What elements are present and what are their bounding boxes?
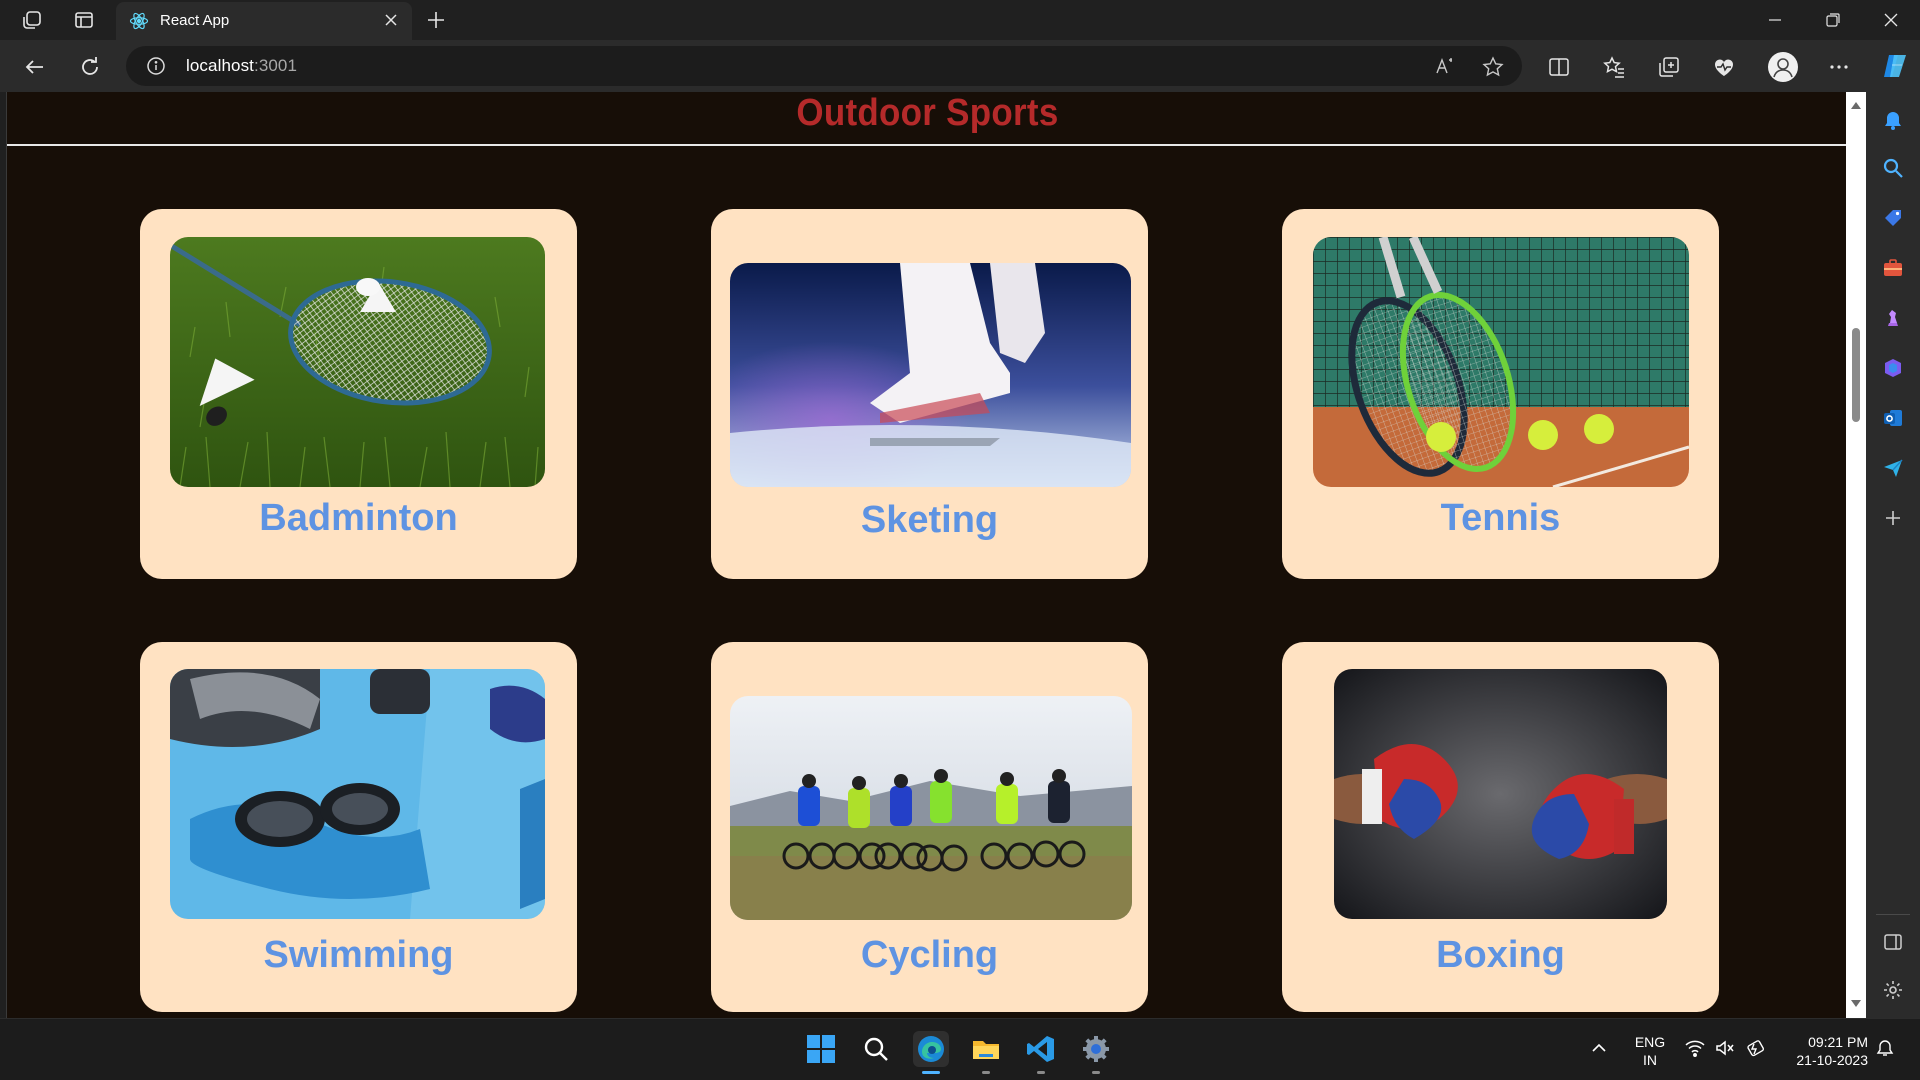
edge-active-indicator: [922, 1071, 940, 1074]
card-label: Sketing: [860, 499, 999, 541]
swimming-image: [170, 669, 545, 919]
split-screen-icon[interactable]: [1546, 54, 1572, 80]
file-explorer-icon[interactable]: [968, 1031, 1004, 1067]
sport-card-badminton[interactable]: Badminton: [140, 209, 577, 579]
outlook-icon[interactable]: [1881, 406, 1905, 430]
shopping-tag-icon[interactable]: [1881, 206, 1905, 230]
games-chess-icon[interactable]: [1881, 306, 1905, 330]
more-options-icon[interactable]: [1826, 54, 1852, 80]
sport-card-swimming[interactable]: Swimming: [140, 642, 577, 1012]
card-label: Badminton: [259, 497, 458, 539]
wifi-icon[interactable]: [1685, 1039, 1705, 1060]
sidebar-divider: [1876, 914, 1910, 915]
url-text: localhost:3001: [186, 56, 297, 76]
close-window-icon[interactable]: [1864, 0, 1918, 40]
url-host: localhost: [186, 56, 254, 75]
boxing-image: [1334, 669, 1667, 919]
notification-center-icon[interactable]: [1876, 1039, 1894, 1060]
copilot-icon[interactable]: [1880, 51, 1910, 81]
drop-send-icon[interactable]: [1881, 456, 1905, 480]
minimize-icon[interactable]: [1748, 0, 1802, 40]
tennis-image: [1313, 237, 1689, 487]
language-region: IN: [1643, 1052, 1657, 1068]
back-icon[interactable]: [22, 54, 48, 80]
browser-essentials-icon[interactable]: [1711, 54, 1737, 80]
input-language-indicator[interactable]: ENG IN: [1632, 1033, 1668, 1069]
explorer-running-indicator: [982, 1071, 990, 1074]
settings-running-indicator: [1092, 1071, 1100, 1074]
notifications-bell-icon[interactable]: [1881, 108, 1905, 132]
office-icon[interactable]: [1881, 356, 1905, 380]
card-label: Swimming: [263, 934, 454, 976]
close-tab-icon[interactable]: [382, 11, 400, 29]
address-bar[interactable]: localhost:3001: [126, 46, 1522, 86]
tab-react-app[interactable]: React App: [116, 2, 412, 40]
site-info-icon[interactable]: [146, 56, 166, 76]
refresh-icon[interactable]: [77, 54, 103, 80]
add-sidebar-app-icon[interactable]: [1881, 506, 1905, 530]
scroll-thumb[interactable]: [1852, 328, 1860, 422]
clock-time: 09:21 PM: [1808, 1034, 1868, 1050]
taskbar-clock[interactable]: 09:21 PM 21-10-2023: [1784, 1033, 1868, 1069]
favorites-icon[interactable]: [1601, 54, 1627, 80]
page-header: Outdoor Sports: [7, 92, 1846, 144]
cycling-image: [730, 696, 1132, 920]
show-hidden-icons-chevron-icon[interactable]: [1590, 1039, 1608, 1060]
vs-code-icon[interactable]: [1023, 1031, 1059, 1067]
windows-start-icon[interactable]: [803, 1031, 839, 1067]
react-logo-icon: [129, 11, 149, 31]
page-title: Outdoor Sports: [795, 92, 1059, 134]
clock-date: 21-10-2023: [1796, 1052, 1868, 1068]
restore-icon[interactable]: [1806, 0, 1860, 40]
url-port: :3001: [254, 56, 298, 75]
search-icon[interactable]: [1881, 156, 1905, 180]
new-tab-icon[interactable]: [424, 8, 448, 32]
profile-avatar[interactable]: [1768, 52, 1798, 82]
sport-card-skating[interactable]: Sketing: [711, 209, 1148, 579]
tools-briefcase-icon[interactable]: [1881, 256, 1905, 280]
tab-strip: React App: [0, 0, 1920, 40]
card-label: Boxing: [1436, 934, 1565, 976]
battery-charging-icon[interactable]: [1745, 1039, 1765, 1060]
scroll-down-icon[interactable]: [1851, 1000, 1861, 1007]
favorite-star-icon[interactable]: [1482, 56, 1504, 78]
hide-sidebar-icon[interactable]: [1881, 930, 1905, 954]
volume-muted-icon[interactable]: [1715, 1039, 1735, 1060]
scroll-up-icon[interactable]: [1851, 102, 1861, 109]
edge-sidebar: [1866, 92, 1920, 1018]
workspaces-icon[interactable]: [20, 8, 44, 32]
read-aloud-icon[interactable]: [1434, 56, 1456, 78]
settings-gear-icon[interactable]: [1078, 1031, 1114, 1067]
vscode-running-indicator: [1037, 1071, 1045, 1074]
language-code: ENG: [1634, 1034, 1666, 1050]
sport-card-tennis[interactable]: Tennis: [1282, 209, 1719, 579]
tab-actions-icon[interactable]: [72, 8, 96, 32]
sport-card-boxing[interactable]: Boxing: [1282, 642, 1719, 1012]
windows-taskbar: ENG IN 09:21 PM 21-10-2023: [0, 1018, 1920, 1080]
card-label: Cycling: [860, 934, 999, 976]
tab-title: React App: [160, 12, 230, 29]
taskbar-search-icon[interactable]: [858, 1031, 894, 1067]
skating-image: [730, 263, 1131, 487]
edge-browser-icon[interactable]: [913, 1031, 949, 1067]
collections-icon[interactable]: [1656, 54, 1682, 80]
page-scrollbar[interactable]: [1846, 92, 1866, 1018]
header-divider: [7, 144, 1846, 146]
sport-card-cycling[interactable]: Cycling: [711, 642, 1148, 1012]
page-viewport: Outdoor Sports Badminton Sketing Tennis …: [6, 92, 1846, 1018]
badminton-image: [170, 237, 545, 487]
navigation-bar: localhost:3001: [0, 40, 1920, 92]
sidebar-settings-gear-icon[interactable]: [1881, 978, 1905, 1002]
card-label: Tennis: [1440, 497, 1561, 539]
